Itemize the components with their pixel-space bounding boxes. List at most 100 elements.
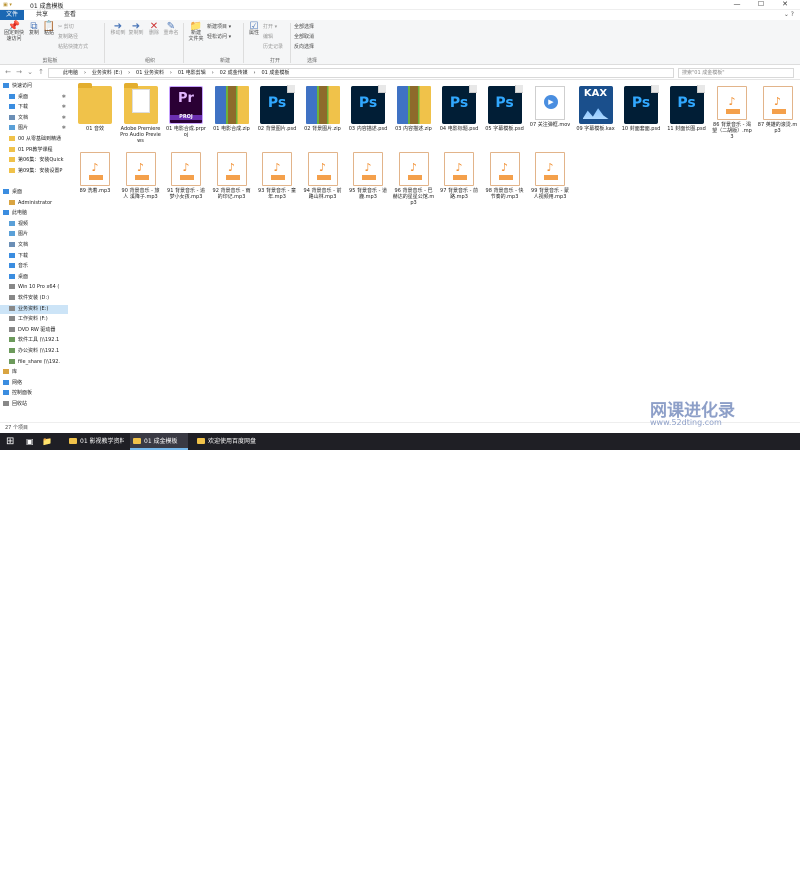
file-item[interactable]: 02 背景图片.zip <box>302 86 344 156</box>
sidebar-item[interactable]: 文档 <box>0 241 68 250</box>
file-item[interactable]: KAX 09 字幕模板.kax <box>575 86 617 156</box>
sidebar-item[interactable]: 库 <box>0 368 68 377</box>
file-item[interactable]: Ps 05 字幕模板.psd <box>484 85 526 156</box>
file-explorer-icon[interactable]: 📁 <box>42 433 52 450</box>
file-item[interactable]: Ps 10 封面套面.psd <box>620 85 662 156</box>
move-to-button[interactable]: ➜ 移动到 <box>110 22 126 37</box>
sidebar-item[interactable]: file_share (\\192. <box>0 358 68 367</box>
sidebar-item[interactable]: 快速访问 <box>0 82 68 91</box>
file-item[interactable]: 03 内容描述.zip <box>393 86 435 156</box>
pin-button[interactable]: 📌 固定到快 速访问 <box>3 22 25 43</box>
cut-button[interactable]: ✂ 剪切 <box>58 24 74 30</box>
taskbar-item-teaching[interactable]: 01 影视教学资料 <box>66 433 124 450</box>
file-item[interactable]: ♪ 97 背景音乐 - 前路.mp3 <box>438 152 480 222</box>
sidebar-item[interactable]: 音乐 <box>0 262 68 271</box>
tab-view[interactable]: 查看 <box>58 10 82 20</box>
sidebar-item[interactable]: DVD RW 驱动器 <box>0 326 68 335</box>
copy-to-button[interactable]: ➜ 复制到 <box>128 22 144 37</box>
breadcrumb-segment[interactable]: 此电脑 <box>63 70 78 76</box>
file-item[interactable]: ♪ 96 背景音乐 - 巴赫达的星星公馆.mp3 <box>393 152 435 222</box>
sidebar-item[interactable]: 此电脑 <box>0 209 68 218</box>
file-item[interactable]: ♪ 89 洗着.mp3 <box>74 152 116 222</box>
new-folder-button[interactable]: 📁 新建 文件夹 <box>187 22 205 43</box>
sidebar-item[interactable]: 01 PR教学课程 <box>0 146 68 155</box>
file-item[interactable]: ♪ 91 背景音乐 - 追梦小女孩.mp3 <box>165 152 207 222</box>
sidebar-item[interactable]: 图片 <box>0 230 68 239</box>
breadcrumb-segment[interactable]: 01 业务资料 <box>136 70 164 76</box>
file-item[interactable]: ♪ 86 背景音乐 - 渴望（二胡版）.mp3 <box>711 86 753 156</box>
sidebar-item[interactable]: 图片 ✱ <box>0 124 68 133</box>
breadcrumb-segment[interactable]: 01 成金模板 <box>261 70 289 76</box>
clock[interactable]: 2020/4/9 <box>748 867 798 874</box>
breadcrumb-segment[interactable]: 02 成金传媒 <box>220 70 248 76</box>
file-item[interactable]: ♪ 92 背景音乐 - 雨的印记.mp3 <box>211 152 253 222</box>
minimize-button[interactable]: — <box>728 0 746 8</box>
breadcrumb[interactable]: 此电脑 › 业务资料 (E:) › 01 业务资料 › 01 电影剪辑 › 02… <box>48 68 674 78</box>
sidebar-item[interactable]: 回收站 <box>0 400 68 409</box>
sidebar-item[interactable]: 网络 <box>0 379 68 388</box>
breadcrumb-segment[interactable]: 业务资料 (E:) <box>92 70 122 76</box>
sidebar-item[interactable]: 桌面 <box>0 273 68 282</box>
invert-selection-button[interactable]: 反向选择 <box>294 44 314 50</box>
sidebar-item[interactable]: 视频 <box>0 220 68 229</box>
sidebar-item[interactable]: 软件工具 (\\192.1 <box>0 336 68 345</box>
file-item[interactable]: 01 音效 <box>74 83 116 156</box>
select-all-button[interactable]: 全部选择 <box>294 24 314 30</box>
sidebar-item[interactable]: 桌面 <box>0 188 68 197</box>
file-item[interactable]: Ps 03 内容描述.psd <box>347 85 389 156</box>
copy-button[interactable]: ⧉ 复制 <box>27 22 41 37</box>
search-input[interactable]: 搜索"01 成金模板" <box>678 68 794 78</box>
file-item[interactable]: ▶ 07 关注弹框.mov <box>529 86 571 156</box>
paste-shortcut-button[interactable]: 粘贴快捷方式 <box>58 44 88 50</box>
sidebar-item[interactable]: 第06集：安装Quick <box>0 156 68 165</box>
open-button[interactable]: 打开 ▾ <box>263 24 277 30</box>
file-item[interactable]: Ps 11 封面长图.psd <box>666 85 708 156</box>
file-item[interactable]: Pr PROJ 01 电影合成.prproj <box>165 86 207 156</box>
history-button[interactable]: 历史记录 <box>263 44 283 50</box>
sidebar-item[interactable]: 软件安装 (D:) <box>0 294 68 303</box>
properties-button[interactable]: ☑ 属性 <box>247 22 261 37</box>
file-item[interactable]: ♪ 93 背景音乐 - 童年.mp3 <box>256 152 298 222</box>
maximize-button[interactable]: ☐ <box>752 0 770 8</box>
file-item[interactable]: Ps 02 背景图片.psd <box>256 85 298 156</box>
file-item[interactable]: Adobe Premiere Pro Audio Previews <box>120 83 162 156</box>
easy-access-button[interactable]: 轻松访问 ▾ <box>207 34 231 40</box>
sidebar-item[interactable]: 下载 ✱ <box>0 103 68 112</box>
help-icon[interactable]: ⌄ ? <box>784 11 794 18</box>
sidebar-item[interactable]: 办公资料 (\\192.1 <box>0 347 68 356</box>
tab-share[interactable]: 共享 <box>30 10 54 20</box>
edit-button[interactable]: 编辑 <box>263 34 273 40</box>
sidebar-item[interactable]: 桌面 ✱ <box>0 93 68 102</box>
taskbar-item-template[interactable]: 01 成金模板 <box>130 433 188 450</box>
sidebar-item[interactable]: 工作资料 (F:) <box>0 315 68 324</box>
quick-access-toolbar[interactable]: ▣ ▾ <box>3 2 12 8</box>
back-arrow-icon[interactable]: ← <box>3 68 13 76</box>
taskbar-item-baidu[interactable]: 欢迎使用百度网盘 <box>194 433 264 450</box>
breadcrumb-segment[interactable]: 01 电影剪辑 <box>178 70 206 76</box>
forward-arrow-icon[interactable]: → <box>14 68 24 76</box>
sidebar-item[interactable]: 第09集：安装设置P <box>0 167 68 176</box>
rename-button[interactable]: ✎ 重命名 <box>163 22 179 37</box>
new-item-button[interactable]: 新建项目 ▾ <box>207 24 231 30</box>
file-item[interactable]: ♪ 90 背景音乐 - 旅人 溪降子.mp3 <box>120 152 162 222</box>
sidebar-item[interactable]: 下载 <box>0 252 68 261</box>
close-button[interactable]: ✕ <box>776 0 794 8</box>
start-button[interactable]: ⊞ <box>6 433 14 450</box>
file-item[interactable]: ♪ 95 背景音乐 - 道鹿.mp3 <box>347 152 389 222</box>
tab-file[interactable]: 文件 <box>0 10 25 20</box>
paste-button[interactable]: 📋 粘贴 <box>42 22 56 37</box>
task-view-icon[interactable]: ▣ <box>26 433 34 450</box>
delete-button[interactable]: ✕ 删除 <box>147 22 161 37</box>
chevron-down-icon[interactable]: ⌄ <box>25 68 35 76</box>
sidebar-item[interactable]: 控制面板 <box>0 389 68 398</box>
sidebar-item[interactable]: 文档 ✱ <box>0 114 68 123</box>
sidebar-item[interactable]: 00 从零基础到精通 <box>0 135 68 144</box>
copy-path-button[interactable]: 复制路径 <box>58 34 78 40</box>
sidebar-item[interactable]: 业务资料 (E:) <box>0 304 68 314</box>
sidebar-item[interactable]: Win 10 Pro x64 ( <box>0 283 68 292</box>
select-none-button[interactable]: 全部取消 <box>294 34 314 40</box>
file-item[interactable]: ♪ 98 背景音乐 - 快节奏的.mp3 <box>484 152 526 222</box>
file-item[interactable]: ♪ 99 背景音乐 - 蒙人视频用.mp3 <box>529 152 571 222</box>
sidebar-item[interactable]: Administrator <box>0 199 68 208</box>
up-arrow-icon[interactable]: ↑ <box>36 68 46 76</box>
